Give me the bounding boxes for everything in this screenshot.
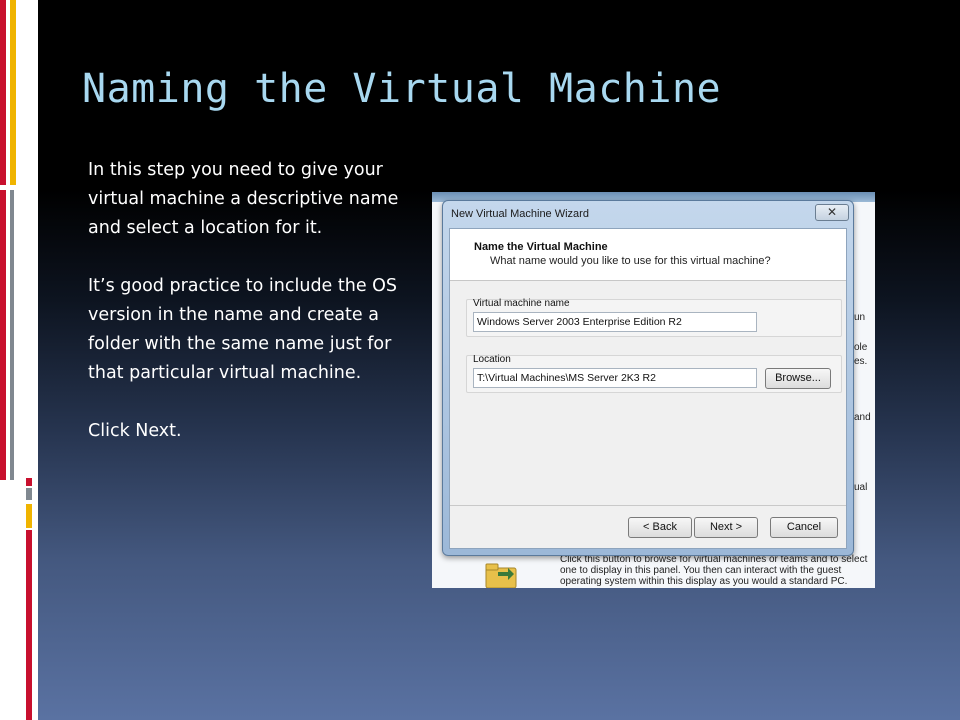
background-help-text: Click this button to browse for virtual … [560,554,868,587]
slide-body: In this step you need to give your virtu… [88,156,408,475]
back-button[interactable]: < Back [628,517,692,538]
stripe-red-bottom [26,530,32,720]
folder-icon [485,563,517,588]
wizard-window: New Virtual Machine Wizard ✕ Name the Vi… [442,200,854,556]
body-paragraph-1: In this step you need to give your virtu… [88,160,399,238]
location-label: Location [473,354,511,365]
wizard-step-title: Name the Virtual Machine [474,241,608,253]
wizard-body: Name the Virtual Machine What name would… [449,228,847,549]
location-group: Location T:\Virtual Machines\MS Server 2… [466,354,842,393]
stripe-red-small [26,478,32,486]
stripe-red-mid [0,190,6,480]
wizard-header: Name the Virtual Machine What name would… [450,229,846,281]
slide-title: Naming the Virtual Machine [82,66,722,112]
vm-name-label: Virtual machine name [473,298,570,309]
stripe-red-top [0,0,6,185]
wizard-screenshot: un ole es. and ual Click this button to … [432,192,875,588]
next-button[interactable]: Next > [694,517,758,538]
body-paragraph-2: It’s good practice to include the OS ver… [88,276,398,383]
background-text-fragment: un [854,312,866,323]
background-text-fragment: es. [854,356,868,367]
background-text-fragment: and [854,412,871,423]
vm-name-group: Virtual machine name Windows Server 2003… [466,298,842,337]
browse-button[interactable]: Browse... [765,368,831,389]
location-input[interactable]: T:\Virtual Machines\MS Server 2K3 R2 [473,368,757,388]
stripe-gray-mid [10,190,14,480]
wizard-step-subtitle: What name would you like to use for this… [490,255,771,267]
close-icon: ✕ [826,205,838,219]
stripe-gold-small [26,504,32,528]
stripe-gray-small [26,488,32,500]
body-paragraph-3: Click Next. [88,421,182,441]
background-text-fragment: ual [854,482,868,493]
background-text-fragment: ole [854,342,868,353]
stripe-gold-top [10,0,16,185]
vm-name-input[interactable]: Windows Server 2003 Enterprise Edition R… [473,312,757,332]
side-stripes [0,0,38,720]
cancel-button[interactable]: Cancel [770,517,838,538]
wizard-separator [450,505,846,506]
wizard-window-title: New Virtual Machine Wizard [451,208,589,220]
close-button[interactable]: ✕ [815,204,849,221]
